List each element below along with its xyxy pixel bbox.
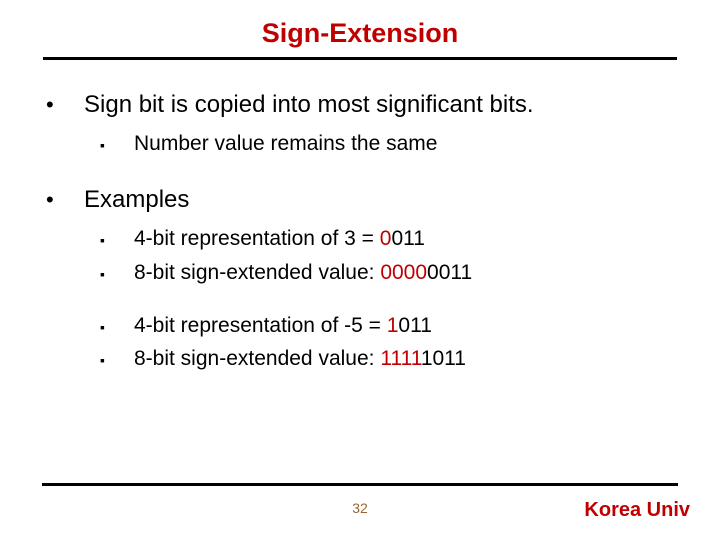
bullet-text: Sign bit is copied into most significant… xyxy=(84,90,534,120)
bullet-level1: • Examples xyxy=(46,185,678,215)
text-plain: 1011 xyxy=(421,347,466,370)
bullet-level1: • Sign bit is copied into most significa… xyxy=(46,90,678,120)
content-area: • Sign bit is copied into most significa… xyxy=(42,90,678,372)
disc-bullet-icon: • xyxy=(46,92,84,118)
text-plain: 011 xyxy=(391,227,424,250)
text-plain: 011 xyxy=(398,314,431,337)
text-plain: 4-bit representation of 3 = xyxy=(134,227,380,250)
bullet-level2: ▪ 4-bit representation of -5 = 1011 xyxy=(100,312,678,339)
bullet-level2: ▪ 8-bit sign-extended value: 00000011 xyxy=(100,259,678,286)
text-highlight: 0 xyxy=(380,227,392,250)
footer-brand: Korea Univ xyxy=(584,499,690,522)
bullet-text: Examples xyxy=(84,185,189,215)
bullet-level2: ▪ Number value remains the same xyxy=(100,130,678,157)
slide-title: Sign-Extension xyxy=(42,18,678,49)
square-bullet-icon: ▪ xyxy=(100,352,134,368)
footer-divider xyxy=(42,483,678,486)
square-bullet-icon: ▪ xyxy=(100,137,134,153)
square-bullet-icon: ▪ xyxy=(100,319,134,335)
text-plain: 4-bit representation of -5 = xyxy=(134,314,387,337)
text-plain: 0011 xyxy=(427,261,472,284)
spacer xyxy=(46,292,678,312)
bullet-text: 8-bit sign-extended value: 11111011 xyxy=(134,345,466,372)
bullet-text: 4-bit representation of 3 = 0011 xyxy=(134,225,425,252)
title-divider xyxy=(43,57,677,60)
text-highlight: 1 xyxy=(387,314,399,337)
text-plain: 8-bit sign-extended value: xyxy=(134,347,380,370)
disc-bullet-icon: • xyxy=(46,187,84,213)
text-highlight: 0000 xyxy=(380,261,427,284)
text-highlight: 1111 xyxy=(380,347,420,370)
text-plain: 8-bit sign-extended value: xyxy=(134,261,380,284)
square-bullet-icon: ▪ xyxy=(100,266,134,282)
bullet-level2: ▪ 8-bit sign-extended value: 11111011 xyxy=(100,345,678,372)
spacer xyxy=(46,163,678,185)
bullet-text: 4-bit representation of -5 = 1011 xyxy=(134,312,432,339)
slide: Sign-Extension • Sign bit is copied into… xyxy=(0,0,720,540)
bullet-level2: ▪ 4-bit representation of 3 = 0011 xyxy=(100,225,678,252)
bullet-text: Number value remains the same xyxy=(134,130,437,157)
bullet-text: 8-bit sign-extended value: 00000011 xyxy=(134,259,472,286)
square-bullet-icon: ▪ xyxy=(100,232,134,248)
